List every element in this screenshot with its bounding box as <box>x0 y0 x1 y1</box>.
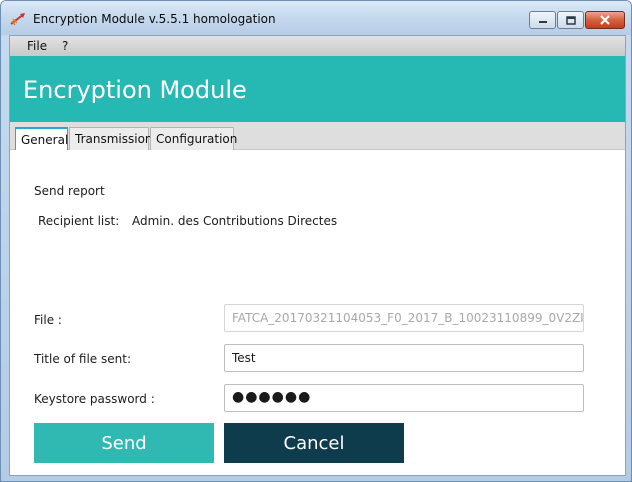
minimize-button[interactable] <box>529 11 556 29</box>
menu-bar: File ? <box>10 36 625 56</box>
title-label: Title of file sent: <box>34 352 131 366</box>
file-label: File : <box>34 313 62 327</box>
close-icon <box>600 15 610 25</box>
minimize-icon <box>538 21 547 23</box>
cancel-button[interactable]: Cancel <box>224 423 404 463</box>
recipient-label: Recipient list: <box>38 214 120 228</box>
maximize-icon <box>565 15 576 25</box>
client-area: File ? Encryption Module General Transmi… <box>9 35 626 476</box>
send-button[interactable]: Send <box>34 423 214 463</box>
app-window: Encryption Module v.5.5.1 homologation F… <box>0 0 632 482</box>
banner-title: Encryption Module <box>23 76 247 104</box>
tab-general[interactable]: General <box>15 127 68 150</box>
recipient-value: Admin. des Contributions Directes <box>132 214 338 228</box>
title-bar[interactable]: Encryption Module v.5.5.1 homologation <box>1 1 631 35</box>
keystore-password-input[interactable]: ●●●●●● <box>224 384 584 412</box>
keystore-label: Keystore password : <box>34 392 155 406</box>
close-button[interactable] <box>585 11 625 29</box>
window-title: Encryption Module v.5.5.1 homologation <box>33 12 276 26</box>
app-icon <box>10 13 25 26</box>
maximize-button[interactable] <box>557 11 584 29</box>
header-banner: Encryption Module <box>10 56 625 122</box>
menu-help[interactable]: ? <box>62 39 68 53</box>
file-field: FATCA_20170321104053_F0_2017_B_100231108… <box>224 304 584 332</box>
menu-file[interactable]: File <box>27 39 47 53</box>
tab-configuration[interactable]: Configuration <box>150 127 237 150</box>
tab-bar: General Transmission Configuration <box>10 122 625 150</box>
title-input[interactable]: Test <box>224 344 584 372</box>
tab-transmission[interactable]: Transmission <box>69 127 153 150</box>
section-title: Send report <box>34 184 105 198</box>
